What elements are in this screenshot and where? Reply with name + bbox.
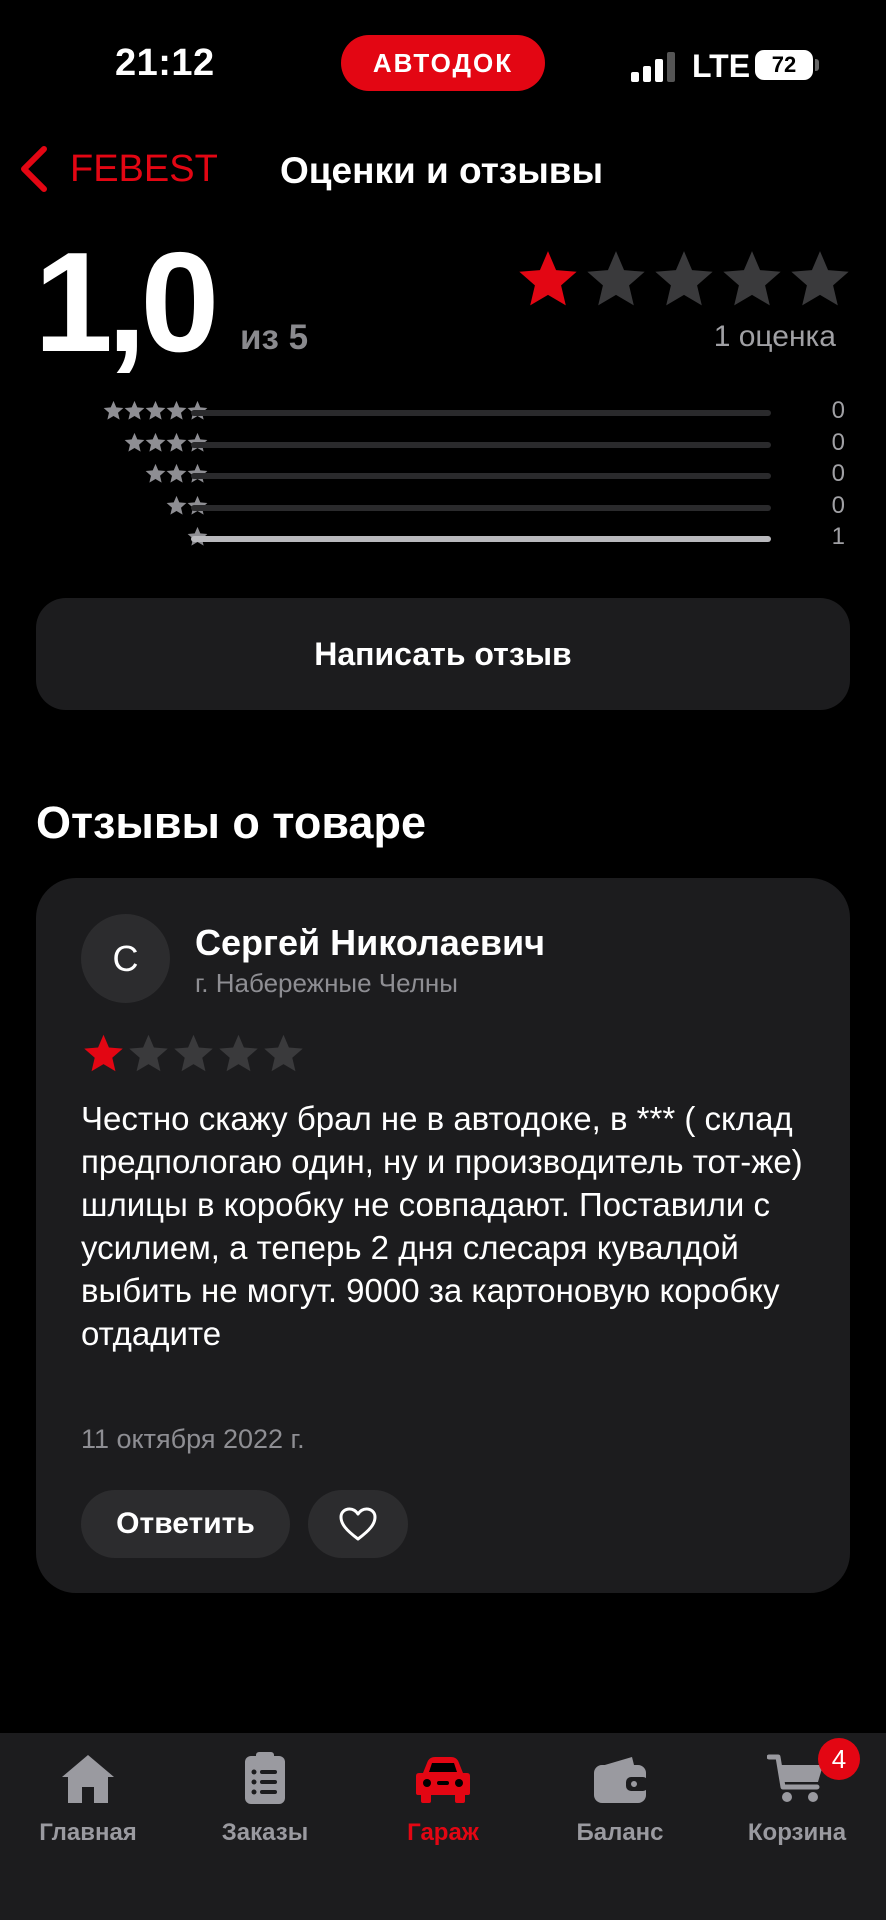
battery-tip [815,59,819,71]
histogram-row: 0 [45,429,845,459]
tab-balance[interactable]: Баланс [545,1743,695,1847]
signal-icon [631,52,675,82]
histogram-bar [191,473,771,479]
review-text: Честно скажу брал не в автодоке, в *** (… [81,1100,803,1352]
star-empty-icon [655,251,713,306]
star-filled-icon [519,251,577,306]
like-button[interactable] [308,1490,408,1558]
car-icon [416,1757,470,1803]
histogram-bar [191,504,771,511]
star-icon [166,432,187,452]
back-label: FEBEST [70,147,218,190]
wallet-icon [594,1757,648,1803]
histogram-count: 0 [831,428,845,456]
status-time: 21:12 [115,42,215,84]
histogram-count: 0 [831,491,845,519]
histogram-bar [191,441,771,448]
star-empty-icon [587,251,645,306]
tab-orders[interactable]: Заказы [190,1743,340,1847]
star-empty-icon [129,1034,168,1072]
star-empty-icon [264,1034,303,1072]
star-empty-icon [723,251,781,306]
review-author: Сергей Николаевич [195,922,545,963]
review-date: 11 октября 2022 г. [81,1424,305,1454]
page-title: Оценки и отзывы [280,150,604,191]
star-empty-icon [791,251,849,306]
rating-out-of: из 5 [240,318,309,357]
avatar: С [81,914,170,1003]
tab-home[interactable]: Главная [13,1743,163,1847]
histogram-count: 0 [831,397,845,424]
review-stars [81,1032,306,1075]
histogram-bar [191,410,771,416]
histogram-count: 0 [831,460,845,487]
star-icon [124,432,145,452]
reviews-section-title: Отзывы о товаре [36,797,426,848]
reply-button[interactable]: Ответить [81,1490,290,1558]
star-icon [103,400,124,420]
histogram-row: 0 [45,460,845,490]
star-icon [166,495,187,515]
star-icon [124,400,145,420]
star-icon [166,400,187,420]
star-empty-icon [174,1034,213,1072]
rating-count: 1 оценка [713,320,836,353]
home-icon [62,1755,114,1803]
star-icon [145,400,166,420]
average-stars [514,247,854,311]
star-icon [145,463,166,483]
histogram-count: 1 [831,523,845,550]
brand-logo: АВТОДОК [341,35,545,91]
chevron-left-icon [21,146,47,192]
back-button[interactable]: FEBEST [18,145,218,193]
heart-icon [339,1507,377,1541]
review-city: г. Набережные Челны [195,968,458,998]
battery-icon: 72 [755,50,813,80]
histogram-row: 1 [45,523,845,553]
histogram-row: 0 [45,397,845,427]
tab-garage[interactable]: Гараж [368,1743,518,1847]
network-type: LTE [692,48,751,84]
star-filled-icon [84,1034,123,1072]
star-empty-icon [219,1034,258,1072]
histogram-bar [191,536,771,542]
cart-badge: 4 [818,1738,860,1780]
write-review-button[interactable]: Написать отзыв [36,598,850,710]
star-icon [145,432,166,452]
star-icon [166,463,187,483]
histogram-row: 0 [45,492,845,522]
orders-icon [245,1752,285,1804]
average-rating: 1,0 [34,223,219,382]
